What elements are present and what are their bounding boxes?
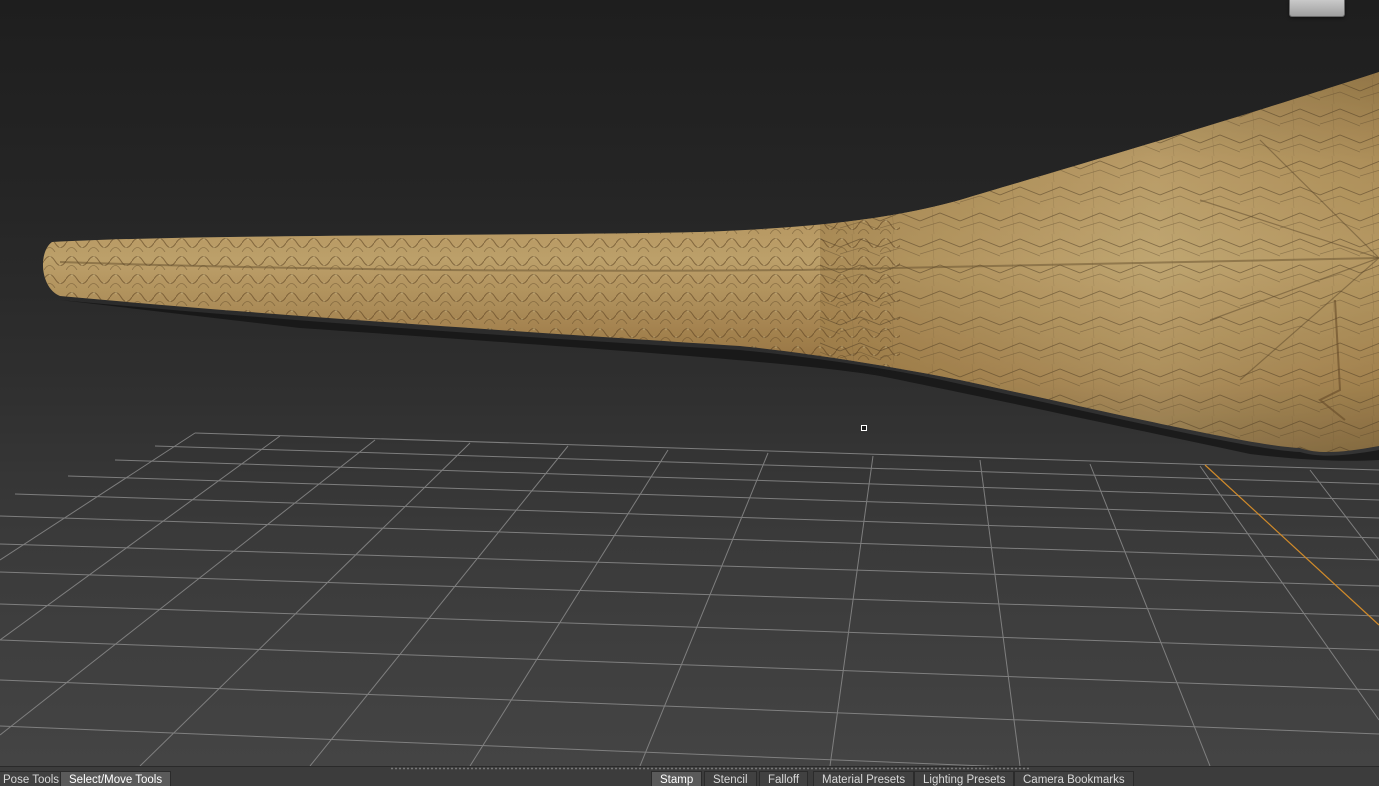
brush-cursor-icon bbox=[861, 425, 867, 431]
tray-resize-grip[interactable] bbox=[390, 767, 1030, 770]
tail-mesh[interactable] bbox=[0, 60, 1379, 460]
x-axis-line bbox=[1204, 464, 1379, 626]
viewport-canvas bbox=[0, 60, 1379, 766]
view-cube-icon[interactable] bbox=[1289, 0, 1345, 17]
tab-select-move-tools[interactable]: Select/Move Tools bbox=[60, 771, 172, 786]
mudbox-window: Pose Tools Select/Move Tools Stamp Stenc… bbox=[0, 0, 1379, 786]
tab-stamp[interactable]: Stamp bbox=[651, 771, 703, 786]
tab-material-presets[interactable]: Material Presets bbox=[813, 771, 915, 786]
3d-viewport[interactable] bbox=[0, 0, 1379, 766]
tab-lighting-presets[interactable]: Lighting Presets bbox=[914, 771, 1015, 786]
tab-pose-tools[interactable]: Pose Tools bbox=[0, 771, 69, 786]
bottom-tray: Pose Tools Select/Move Tools Stamp Stenc… bbox=[0, 766, 1379, 786]
tab-falloff[interactable]: Falloff bbox=[759, 771, 809, 786]
tab-stencil[interactable]: Stencil bbox=[704, 771, 757, 786]
floor-grid bbox=[0, 432, 1379, 766]
tab-camera-bookmarks[interactable]: Camera Bookmarks bbox=[1014, 771, 1134, 786]
